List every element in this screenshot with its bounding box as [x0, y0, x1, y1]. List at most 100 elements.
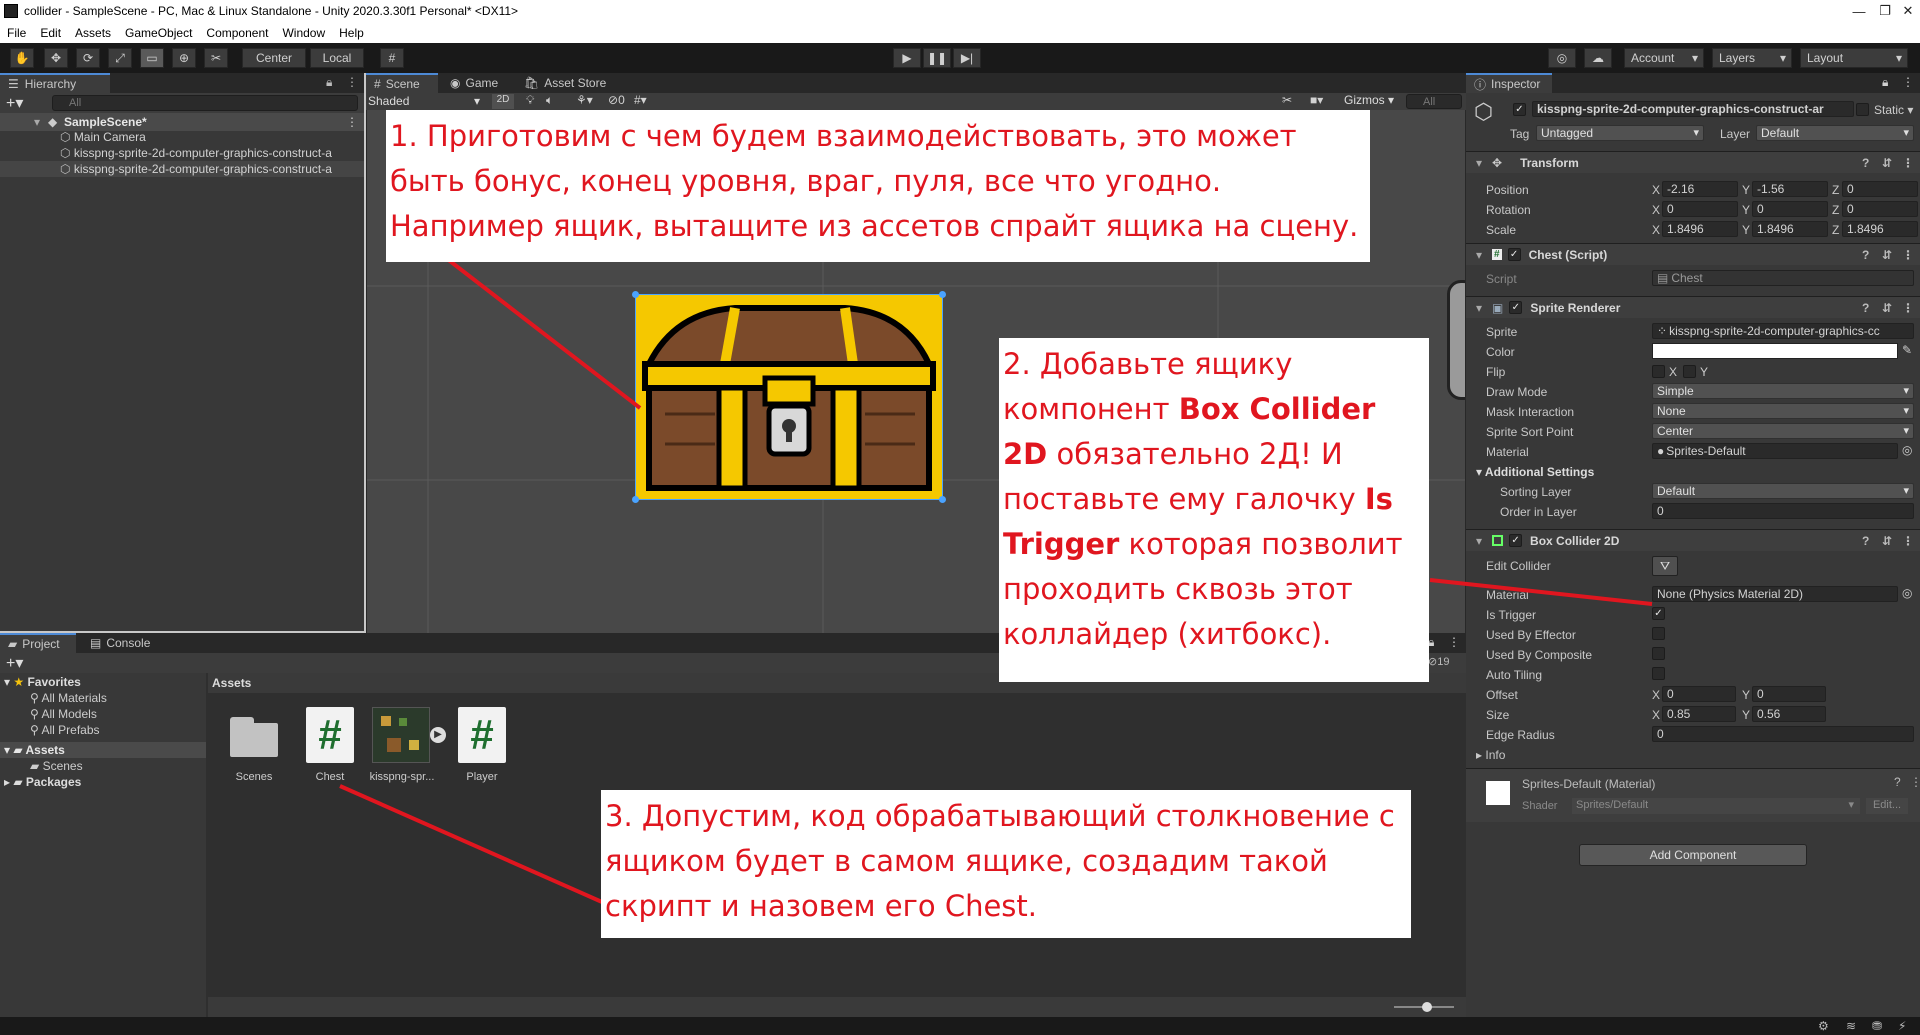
help-icon[interactable]: ? — [1862, 534, 1869, 548]
transform-scale-y-input[interactable]: 1.8496 — [1752, 221, 1828, 237]
preset-icon[interactable]: ⇵ — [1882, 156, 1892, 170]
rotate-tool-icon[interactable]: ⟳ — [76, 48, 100, 68]
sidebar-item-all-materials[interactable]: ⚲ All Materials — [30, 691, 107, 705]
layer-dropdown[interactable]: Default — [1756, 125, 1914, 141]
transform-rotation-y-input[interactable]: 0 — [1752, 201, 1828, 217]
player-sprite-partial[interactable] — [1447, 280, 1465, 400]
sidebar-item-scenes[interactable]: ▰ Scenes — [30, 759, 83, 773]
resize-handle[interactable] — [632, 496, 639, 503]
folder-scenes-icon[interactable] — [228, 711, 280, 761]
sprite-sheet-thumbnail[interactable] — [372, 707, 430, 763]
preset-icon[interactable]: ⇵ — [1882, 301, 1892, 315]
more-icon[interactable]: ⋮ — [346, 75, 358, 89]
add-icon[interactable]: +▾ — [6, 93, 23, 113]
hierarchy-search-input[interactable]: All — [52, 95, 358, 111]
more-icon[interactable]: ⋮ — [346, 115, 358, 129]
static-dropdown[interactable]: Static ▾ — [1874, 103, 1913, 117]
resize-handle[interactable] — [939, 291, 946, 298]
hand-tool-icon[interactable]: ✋ — [10, 48, 34, 68]
pause-button[interactable]: ❚❚ — [923, 48, 951, 68]
expand-arrow-icon[interactable]: ▾ — [1476, 156, 1482, 170]
offset-x-input[interactable]: 0 — [1662, 686, 1736, 702]
grid-visibility-icon[interactable]: #▾ — [634, 93, 647, 107]
box-collider-header[interactable]: ▾ ✓ Box Collider 2D ? ⇵ ⋮ — [1466, 529, 1920, 551]
move-tool-icon[interactable]: ✥ — [44, 48, 68, 68]
list-item[interactable]: ⬡ kisspng-sprite-2d-computer-graphics-co… — [60, 161, 332, 177]
add-icon[interactable]: +▾ — [6, 653, 23, 673]
list-item[interactable]: ⬡ kisspng-sprite-2d-computer-graphics-co… — [60, 145, 332, 161]
help-icon[interactable]: ? — [1894, 775, 1901, 789]
transform-position-x-input[interactable]: -2.16 — [1662, 181, 1738, 197]
play-button[interactable]: ▶ — [893, 48, 921, 68]
edit-collider-button[interactable]: ⛛ — [1652, 556, 1678, 576]
draw-mode-dropdown[interactable]: Simple — [1652, 383, 1914, 399]
hidden-objects-icon[interactable]: ⊘0 — [608, 93, 625, 107]
gizmos-dropdown[interactable]: Gizmos ▾ — [1344, 93, 1394, 107]
menu-component[interactable]: Component — [199, 26, 275, 40]
step-button[interactable]: ▶| — [953, 48, 981, 68]
menu-gameobject[interactable]: GameObject — [118, 26, 199, 40]
flip-x-checkbox[interactable] — [1652, 365, 1665, 378]
script-player-icon[interactable]: # — [458, 707, 506, 763]
grid-snap-icon[interactable]: # — [380, 48, 404, 68]
box-collider-enabled-checkbox[interactable]: ✓ — [1509, 534, 1523, 547]
tab-game[interactable]: ◉ Game — [442, 73, 512, 93]
lighting-toggle-icon[interactable]: 💡︎ — [526, 93, 534, 108]
chest-script-header[interactable]: ▾ # ✓ Chest (Script) ? ⇵ ⋮ — [1466, 243, 1920, 265]
help-icon[interactable]: ? — [1862, 156, 1869, 170]
add-component-button[interactable]: Add Component — [1579, 844, 1807, 866]
cache-icon[interactable]: ⛃ — [1872, 1019, 1882, 1033]
menu-assets[interactable]: Assets — [68, 26, 118, 40]
sort-point-dropdown[interactable]: Center — [1652, 423, 1914, 439]
eyedropper-icon[interactable]: ✎ — [1902, 343, 1912, 357]
static-checkbox[interactable] — [1856, 103, 1869, 116]
tab-console[interactable]: ▤ Console — [82, 633, 162, 653]
transform-rotation-x-input[interactable]: 0 — [1662, 201, 1738, 217]
close-icon[interactable]: ✕ — [1896, 0, 1920, 22]
menu-file[interactable]: File — [0, 26, 33, 40]
expand-arrow-icon[interactable]: ▾ — [1476, 301, 1482, 315]
used-by-composite-checkbox[interactable] — [1652, 647, 1665, 660]
auto-tiling-checkbox[interactable] — [1652, 667, 1665, 680]
tab-project[interactable]: ▰ Project — [0, 633, 76, 653]
tab-inspector[interactable]: ⓘ Inspector — [1466, 73, 1552, 93]
list-item[interactable]: ⬡ Main Camera — [60, 129, 146, 145]
lock-icon[interactable]: 🔒︎ — [326, 75, 332, 90]
tools-icon[interactable]: ✂ — [1282, 93, 1292, 107]
flip-y-checkbox[interactable] — [1683, 365, 1696, 378]
active-checkbox[interactable]: ✓ — [1513, 103, 1526, 116]
sidebar-item-all-prefabs[interactable]: ⚲ All Prefabs — [30, 723, 100, 737]
more-icon[interactable]: ⋮ — [1902, 156, 1914, 170]
account-dropdown[interactable]: Account ▾ — [1624, 48, 1704, 68]
transform-rotation-z-input[interactable]: 0 — [1842, 201, 1918, 217]
mode-2d-toggle[interactable]: 2D — [492, 94, 514, 109]
collab-icon[interactable]: ◎ — [1548, 48, 1576, 68]
sidebar-item-assets[interactable]: ▾ ▰ Assets — [0, 742, 206, 758]
offset-y-input[interactable]: 0 — [1752, 686, 1826, 702]
object-picker-icon[interactable]: ◎ — [1902, 443, 1912, 457]
more-icon[interactable]: ⋮ — [1448, 635, 1460, 649]
play-icon[interactable]: ▶ — [430, 727, 446, 743]
custom-tool-icon[interactable]: ✂ — [204, 48, 228, 68]
resize-handle[interactable] — [939, 496, 946, 503]
layout-dropdown[interactable]: Layout ▾ — [1800, 48, 1908, 68]
more-icon[interactable]: ⋮ — [1902, 75, 1914, 89]
more-icon[interactable]: ⋮ — [1910, 775, 1920, 789]
edge-radius-input[interactable]: 0 — [1652, 726, 1914, 742]
transform-position-y-input[interactable]: -1.56 — [1752, 181, 1828, 197]
transform-scale-z-input[interactable]: 1.8496 — [1842, 221, 1918, 237]
sprite-field[interactable]: ⁘ kisspng-sprite-2d-computer-graphics-cc — [1652, 323, 1914, 339]
more-icon[interactable]: ⋮ — [1902, 301, 1914, 315]
object-picker-icon[interactable]: ◎ — [1902, 586, 1912, 600]
order-in-layer-input[interactable]: 0 — [1652, 503, 1914, 519]
tab-asset-store[interactable]: 🛍︎ Asset Store — [516, 73, 616, 93]
sorting-layer-dropdown[interactable]: Default — [1652, 483, 1914, 499]
audio-toggle-icon[interactable]: 🔈︎ — [546, 93, 553, 108]
menu-help[interactable]: Help — [332, 26, 371, 40]
camera-icon[interactable]: ■▾ — [1310, 93, 1323, 107]
more-icon[interactable]: ⋮ — [1902, 534, 1914, 548]
rect-tool-icon[interactable]: ▭ — [140, 48, 164, 68]
lock-icon[interactable]: 🔒︎ — [1882, 75, 1888, 90]
sidebar-item-packages[interactable]: ▸ ▰ Packages — [4, 775, 81, 789]
scene-search-input[interactable]: All — [1406, 94, 1462, 109]
